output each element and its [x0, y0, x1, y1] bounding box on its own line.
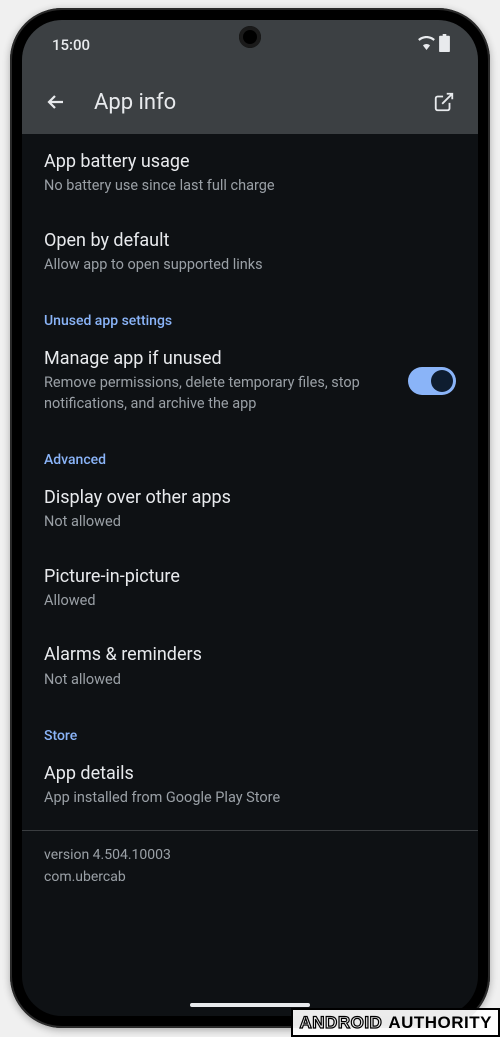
section-advanced: Advanced [22, 430, 478, 470]
picture-in-picture-item[interactable]: Picture-in-picture Allowed [22, 549, 478, 628]
screen: 15:00 App info App battery [22, 20, 478, 1016]
open-by-default-item[interactable]: Open by default Allow app to open suppor… [22, 213, 478, 292]
nav-pill [190, 1003, 310, 1007]
item-title: Display over other apps [44, 486, 456, 510]
item-subtitle: No battery use since last full charge [44, 176, 456, 196]
alarms-reminders-item[interactable]: Alarms & reminders Not allowed [22, 627, 478, 706]
item-title: Alarms & reminders [44, 643, 456, 667]
item-subtitle: Not allowed [44, 670, 456, 690]
item-subtitle: Not allowed [44, 512, 456, 532]
manage-if-unused-toggle[interactable] [408, 367, 456, 395]
page-title: App info [94, 90, 406, 115]
item-title: App details [44, 762, 456, 786]
package-text: com.ubercab [44, 867, 456, 889]
watermark-text-b: AUTHORITY [388, 1013, 492, 1033]
open-external-button[interactable] [424, 82, 464, 122]
clock: 15:00 [52, 36, 90, 54]
watermark-text-a: ANDROID [299, 1013, 382, 1033]
front-camera [239, 26, 261, 48]
item-subtitle: Remove permissions, delete temporary fil… [44, 373, 394, 414]
back-button[interactable] [36, 82, 76, 122]
version-text: version 4.504.10003 [44, 845, 456, 867]
display-over-apps-item[interactable]: Display over other apps Not allowed [22, 470, 478, 549]
section-store: Store [22, 706, 478, 746]
item-subtitle: App installed from Google Play Store [44, 788, 456, 808]
battery-icon [439, 34, 450, 56]
manage-if-unused-item[interactable]: Manage app if unused Remove permissions,… [22, 331, 478, 430]
app-battery-usage-item[interactable]: App battery usage No battery use since l… [22, 134, 478, 213]
settings-list: App battery usage No battery use since l… [22, 134, 478, 994]
item-title: Picture-in-picture [44, 565, 456, 589]
phone-frame: 15:00 App info App battery [10, 8, 490, 1028]
item-title: Manage app if unused [44, 347, 394, 371]
section-unused-app-settings: Unused app settings [22, 291, 478, 331]
app-meta: version 4.504.10003 com.ubercab [22, 831, 478, 902]
item-subtitle: Allowed [44, 591, 456, 611]
item-title: Open by default [44, 229, 456, 253]
item-subtitle: Allow app to open supported links [44, 255, 456, 275]
app-bar: App info [22, 70, 478, 134]
item-title: App battery usage [44, 150, 456, 174]
wifi-icon [418, 36, 435, 54]
watermark: ANDROID AUTHORITY [291, 1008, 500, 1037]
app-details-item[interactable]: App details App installed from Google Pl… [22, 746, 478, 825]
